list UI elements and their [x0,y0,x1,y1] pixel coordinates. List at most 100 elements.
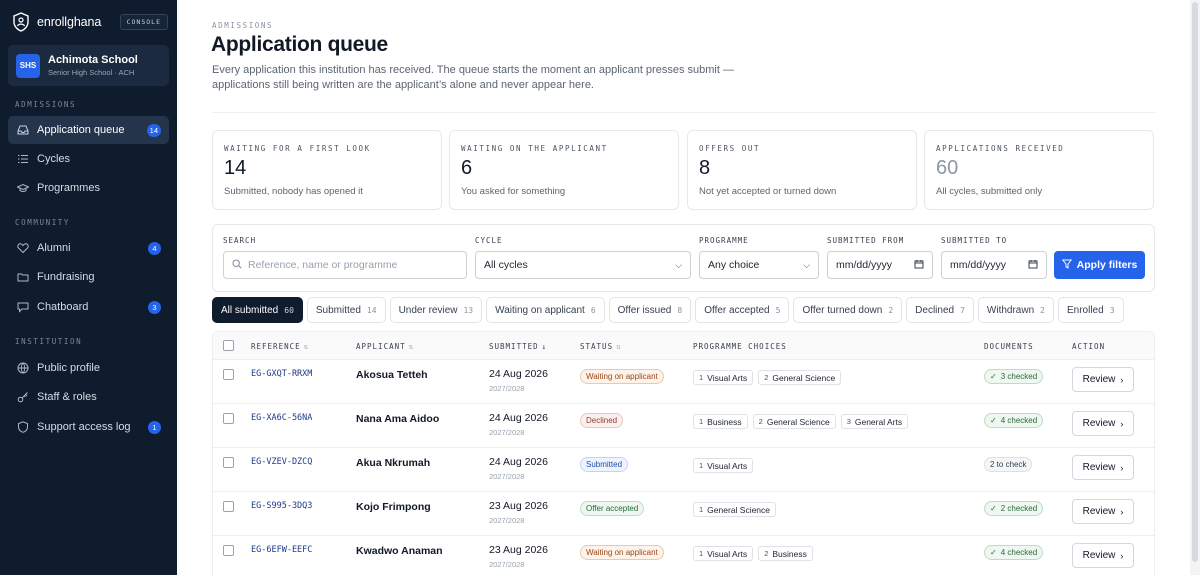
tab-all-submitted[interactable]: All submitted 60 [212,297,303,323]
column-submitted[interactable]: SUBMITTED ↓ [489,342,546,351]
sidebar-item-public-profile[interactable]: Public profile [8,354,169,382]
calendar-icon [914,259,924,272]
search-input[interactable]: Reference, name or programme [223,251,467,279]
tab-label: Offer accepted [704,304,770,316]
search-label: SEARCH [223,236,257,245]
row-checkbox[interactable] [223,369,234,380]
section-institution: INSTITUTION [15,337,83,346]
tab-count: 60 [284,305,294,315]
table-row[interactable]: EG-GXQT-RRXM Akosua Tetteh 24 Aug 2026 2… [213,360,1154,404]
row-checkbox[interactable] [223,457,234,468]
nav-count-badge: 3 [148,300,161,314]
column-reference[interactable]: REFERENCE ⇅ [251,342,308,351]
sidebar-item-cycles[interactable]: Cycles [8,145,169,173]
review-button[interactable]: Review › [1072,411,1134,436]
sidebar-item-alumni[interactable]: Alumni 4 [8,234,169,262]
row-checkbox[interactable] [223,413,234,424]
row-checkbox[interactable] [223,501,234,512]
tab-under-review[interactable]: Under review 13 [389,297,483,323]
submitted-from-input[interactable]: mm/dd/yyyy [827,251,933,279]
tab-offer-issued[interactable]: Offer issued 8 [608,297,692,323]
sidebar-item-fundraising[interactable]: Fundraising [8,263,169,291]
stat-card-applications-received: APPLICATIONS RECEIVED 60 All cycles, sub… [924,130,1154,210]
from-value: mm/dd/yyyy [836,259,893,271]
sidebar-item-label: Support access log [37,421,131,433]
list-icon [17,153,29,165]
row-checkbox[interactable] [223,545,234,556]
stat-label: WAITING ON THE APPLICANT [461,144,608,153]
submitted-to-input[interactable]: mm/dd/yyyy [941,251,1047,279]
reference-link[interactable]: EG-VZEV-DZCQ [251,457,312,467]
review-button[interactable]: Review › [1072,455,1134,480]
brand[interactable]: enrollghana CONSOLE [10,10,168,34]
programme-choices: 1 Visual Arts 2 Business [693,546,818,561]
reference-link[interactable]: EG-S995-3DQ3 [251,501,312,511]
page-scrollbar[interactable] [1190,0,1200,575]
review-button[interactable]: Review › [1072,499,1134,524]
heart-icon [17,242,29,254]
sidebar-item-chatboard[interactable]: Chatboard 3 [8,293,169,321]
school-switcher[interactable]: SHS Achimota School Senior High School ·… [8,45,169,86]
chat-icon [17,301,29,313]
tab-waiting-on-applicant[interactable]: Waiting on applicant 6 [486,297,605,323]
cycle-label: CYCLE [475,236,503,245]
sidebar-item-support-access-log[interactable]: Support access log 1 [8,413,169,441]
scrollbar-thumb[interactable] [1192,2,1198,562]
apply-filters-button[interactable]: Apply filters [1054,251,1145,279]
page-eyebrow: ADMISSIONS [212,21,274,30]
globe-icon [17,362,29,374]
chevron-down-icon: ⌵ [675,259,682,270]
cycle-select[interactable]: All cycles ⌵ [475,251,691,279]
documents-badge: 2 to check [984,457,1033,472]
table-row[interactable]: EG-S995-3DQ3 Kojo Frimpong 23 Aug 2026 2… [213,492,1154,536]
table-row[interactable]: EG-6EFW-EEFC Kwadwo Anaman 23 Aug 2026 2… [213,536,1154,575]
tab-count: 8 [677,305,683,315]
sidebar-item-application-queue[interactable]: Application queue 14 [8,116,169,144]
sort-desc-icon: ↓ [541,342,547,351]
choice-chip: 2 Business [758,546,813,561]
table-row[interactable]: EG-XA6C-56NA Nana Ama Aidoo 24 Aug 2026 … [213,404,1154,448]
submitted-date: 23 Aug 2026 [489,544,548,556]
chevron-right-icon: › [1120,462,1124,473]
main-content: ADMISSIONS Application queue Every appli… [177,0,1190,575]
tab-offer-accepted[interactable]: Offer accepted 5 [695,297,790,323]
chevron-down-icon: ⌵ [803,259,810,270]
cycle-year: 2027/2028 [489,428,525,437]
tab-label: Withdrawn [986,304,1035,316]
cycle-year: 2027/2028 [489,560,525,569]
table-row[interactable]: EG-VZEV-DZCQ Akua Nkrumah 24 Aug 2026 20… [213,448,1154,492]
stat-sub: Submitted, nobody has opened it [224,186,363,197]
programme-select[interactable]: Any choice ⌵ [699,251,819,279]
review-button[interactable]: Review › [1072,543,1134,568]
section-admissions: ADMISSIONS [15,100,77,109]
tab-declined[interactable]: Declined 7 [906,297,974,323]
check-icon: ✓ [990,372,997,381]
tab-submitted[interactable]: Submitted 14 [306,297,386,323]
documents-badge: ✓ 4 checked [984,545,1044,560]
tab-label: Under review [398,304,458,316]
reference-link[interactable]: EG-GXQT-RRXM [251,369,312,379]
sidebar-item-label: Application queue [37,124,125,136]
choice-chip: 1 Visual Arts [693,458,754,473]
choice-chip: 2 General Science [752,414,836,429]
tab-label: Submitted [315,304,361,316]
tab-withdrawn[interactable]: Withdrawn 2 [977,297,1054,323]
stat-label: OFFERS OUT [699,144,761,153]
reference-link[interactable]: EG-XA6C-56NA [251,413,312,423]
choice-chip: 1 Business [693,414,748,429]
tab-count: 3 [1109,305,1115,315]
inbox-icon [17,124,29,136]
reference-link[interactable]: EG-6EFW-EEFC [251,545,312,555]
check-icon: ✓ [990,416,997,425]
sidebar-item-programmes[interactable]: Programmes [8,174,169,202]
stat-sub: All cycles, submitted only [936,186,1043,197]
tab-enrolled[interactable]: Enrolled 3 [1057,297,1124,323]
tab-offer-turned-down[interactable]: Offer turned down 2 [793,297,903,323]
column-status[interactable]: STATUS ⇅ [580,342,621,351]
select-all-checkbox[interactable] [223,340,234,351]
review-button[interactable]: Review › [1072,367,1134,392]
column-applicant[interactable]: APPLICANT ⇅ [356,342,413,351]
nav-count-badge: 1 [148,420,161,434]
app-name: enrollghana [37,15,102,29]
sidebar-item-staff-roles[interactable]: Staff & roles [8,383,169,411]
